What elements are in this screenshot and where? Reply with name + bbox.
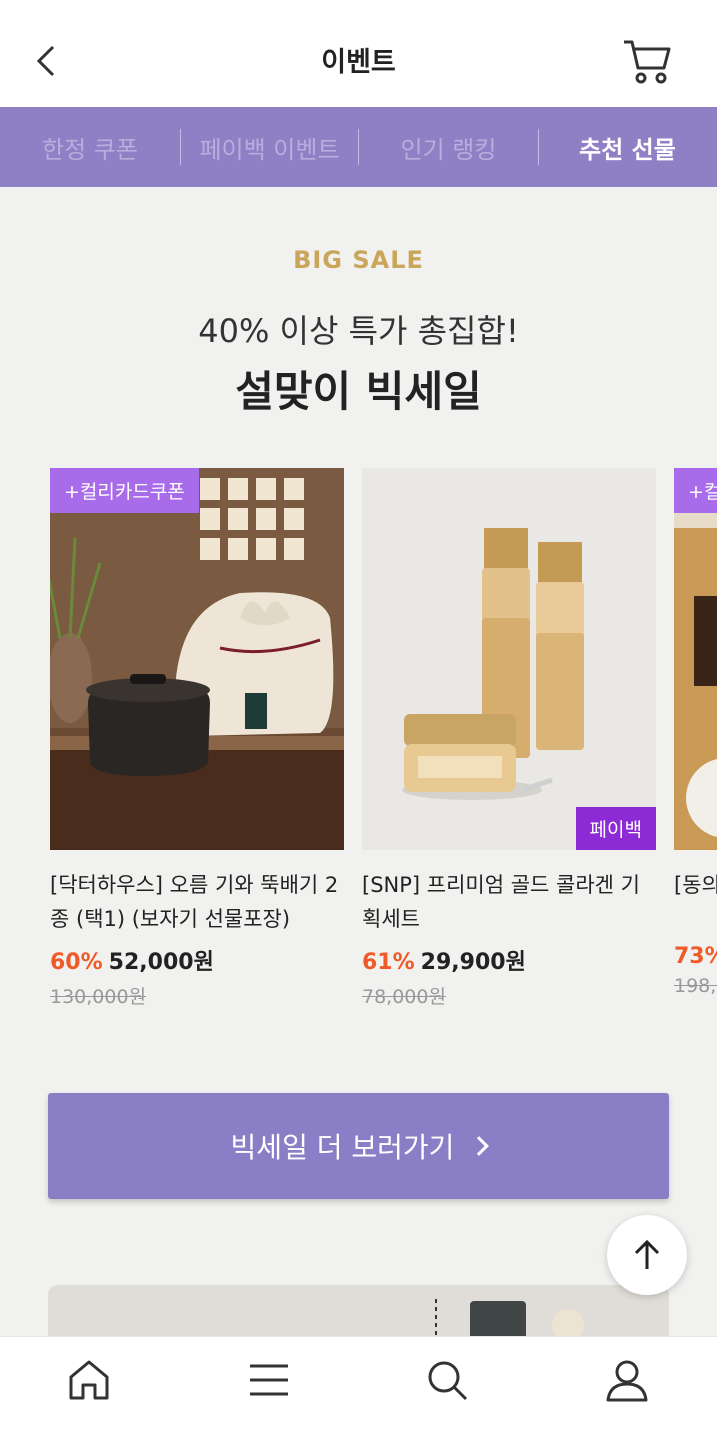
payback-badge: 페이백 xyxy=(575,807,656,850)
page-title: 이벤트 xyxy=(321,47,396,78)
user-icon xyxy=(606,1360,648,1402)
product-price: 60% 52,000원 xyxy=(50,944,344,976)
product-image[interactable]: +컬 xyxy=(674,468,717,850)
discount-rate: 73% xyxy=(674,944,717,969)
scroll-to-top-button[interactable] xyxy=(607,1215,687,1295)
view-more-sale-button[interactable]: 빅세일 더 보러가기 xyxy=(48,1093,669,1199)
chevron-right-icon xyxy=(469,1136,490,1156)
nav-category-button[interactable] xyxy=(244,1355,294,1405)
product-card[interactable]: +컬리카드쿠폰 [닥터하우스] 오름 기와 뚝배기 2종 (택1) (보자기 선… xyxy=(50,468,344,1009)
category-tabs: 한정 쿠폰 페이백 이벤트 인기 랭킹 추천 선물 xyxy=(0,107,717,187)
tab-popular-ranking[interactable]: 인기 랭킹 xyxy=(359,130,538,165)
product-photo xyxy=(362,468,656,850)
app-header: 이벤트 xyxy=(0,0,717,107)
promo-label: BIG SALE xyxy=(293,246,424,274)
home-icon xyxy=(69,1360,109,1400)
original-price: 198,0 xyxy=(674,975,717,997)
product-price: 73% xyxy=(674,944,717,969)
product-name[interactable]: [동의 자기 xyxy=(674,868,717,936)
product-name[interactable]: [SNP] 프리미엄 골드 콜라겐 기획세트 xyxy=(362,868,656,936)
nav-home-button[interactable] xyxy=(64,1355,114,1405)
product-carousel: +컬리카드쿠폰 [닥터하우스] 오름 기와 뚝배기 2종 (택1) (보자기 선… xyxy=(0,468,717,1028)
sale-price: 29,900원 xyxy=(420,950,526,975)
product-price: 61% 29,900원 xyxy=(362,944,656,976)
product-photo xyxy=(50,468,344,850)
promo-title: 설맞이 빅세일 xyxy=(235,367,482,416)
product-name[interactable]: [닥터하우스] 오름 기와 뚝배기 2종 (택1) (보자기 선물포장) xyxy=(50,868,344,936)
product-image[interactable]: +컬리카드쿠폰 xyxy=(50,468,344,850)
view-more-label: 빅세일 더 보러가기 xyxy=(230,1131,455,1164)
sale-price: 52,000원 xyxy=(108,950,214,975)
promo-subtitle: 40% 이상 특가 총집합! xyxy=(198,312,519,350)
coupon-badge: +컬리카드쿠폰 xyxy=(50,468,199,513)
coupon-badge: +컬 xyxy=(674,468,717,513)
product-image[interactable]: 페이백 xyxy=(362,468,656,850)
search-icon xyxy=(428,1361,468,1401)
cart-icon xyxy=(624,40,671,84)
discount-rate: 61% xyxy=(362,950,415,975)
product-photo xyxy=(674,468,717,850)
tab-limited-coupon[interactable]: 한정 쿠폰 xyxy=(0,130,180,165)
nav-mypage-button[interactable] xyxy=(602,1355,652,1405)
nav-search-button[interactable] xyxy=(422,1355,472,1405)
original-price: 78,000원 xyxy=(362,986,446,1008)
arrow-up-icon xyxy=(634,1239,660,1269)
tab-recommended-gift[interactable]: 추천 선물 xyxy=(539,130,716,165)
bottom-navigation xyxy=(0,1336,717,1440)
discount-rate: 60% xyxy=(50,950,103,975)
product-card[interactable]: 페이백 [SNP] 프리미엄 골드 콜라겐 기획세트 61% 29,900원 78… xyxy=(362,468,656,1009)
product-card[interactable]: +컬 [동의 자기 73% 198,0 xyxy=(674,468,717,997)
original-price: 130,000원 xyxy=(50,986,147,1008)
menu-icon xyxy=(250,1364,288,1396)
tab-payback-event[interactable]: 페이백 이벤트 xyxy=(181,130,358,165)
cart-button[interactable] xyxy=(620,36,674,86)
